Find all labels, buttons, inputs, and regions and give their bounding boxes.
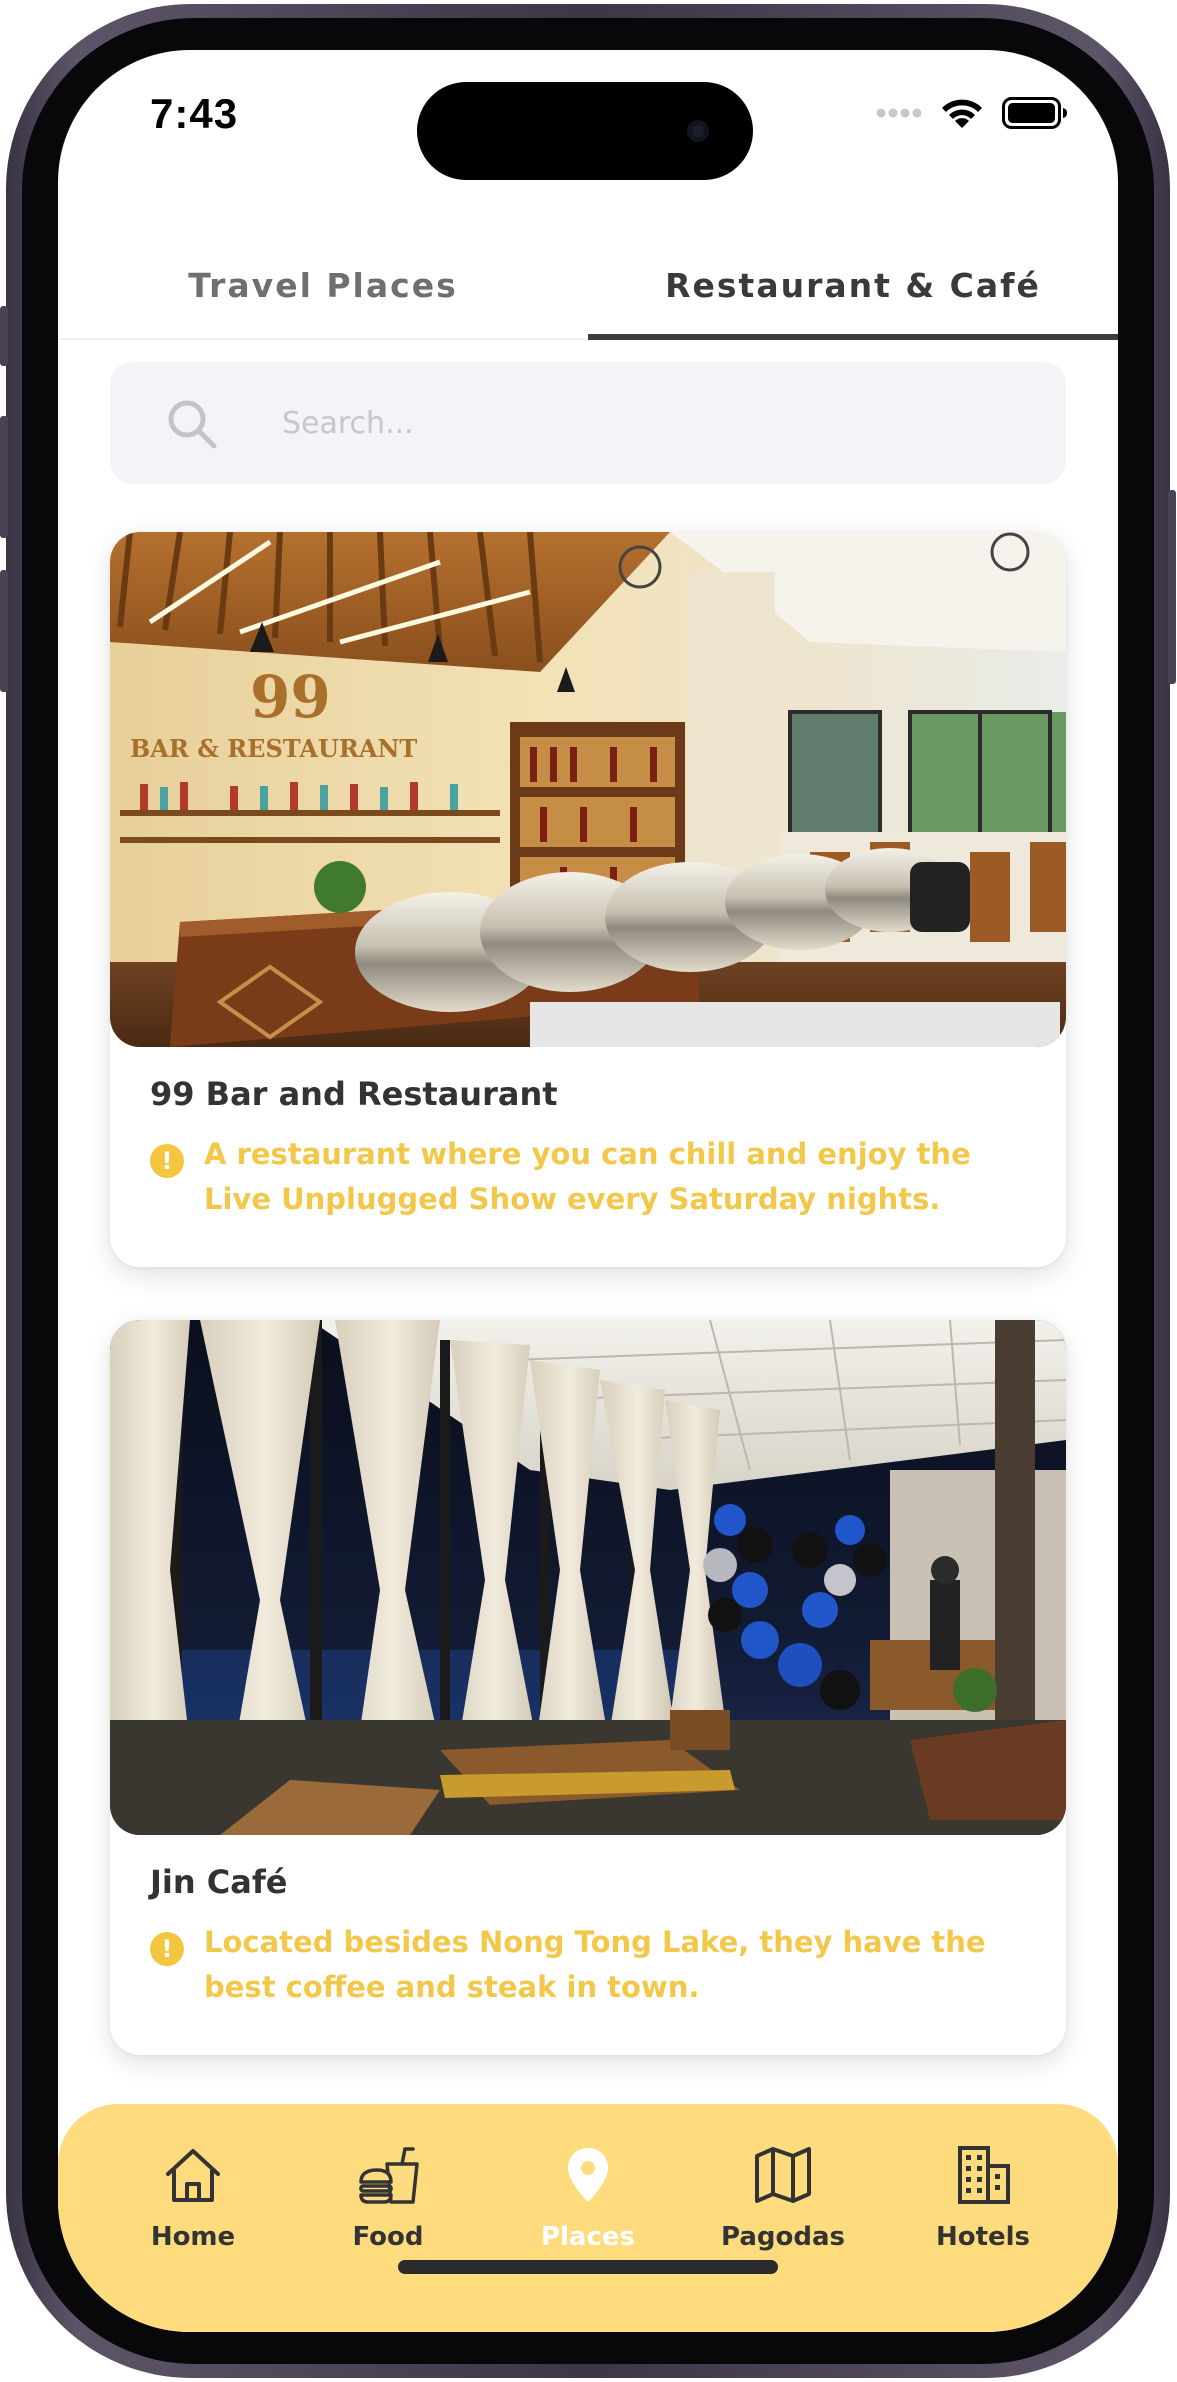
phone-volume-up-button: [0, 416, 8, 538]
card-title: Jin Café: [150, 1863, 288, 1901]
dynamic-island: [417, 82, 753, 180]
nav-label: Food: [352, 2222, 424, 2252]
nav-label: Places: [540, 2222, 636, 2252]
tab-restaurant-cafe[interactable]: Restaurant & Café: [588, 230, 1118, 340]
nav-label: Hotels: [935, 2222, 1031, 2252]
nav-item-food[interactable]: Food: [318, 2144, 458, 2252]
card-description: Located besides Nong Tong Lake, they hav…: [204, 1925, 986, 2004]
nav-item-home[interactable]: Home: [123, 2144, 263, 2252]
camera-icon: [687, 120, 709, 142]
cellular-signal-icon: [876, 108, 922, 118]
bottom-navigation: Home Food Places Pagodas Hotels: [58, 2104, 1118, 2332]
nav-item-places[interactable]: Places: [518, 2144, 658, 2252]
map-icon: [755, 2147, 811, 2203]
map-pin-icon: [568, 2148, 608, 2202]
cafe-photo: [110, 1320, 1066, 1835]
restaurant-sign-number: 99: [250, 663, 331, 731]
phone-action-button: [0, 306, 8, 366]
nav-label: Pagodas: [720, 2222, 845, 2252]
app-screen: 7:43 Travel Places Restaurant & Café Sea…: [58, 50, 1118, 2332]
home-indicator[interactable]: [398, 2260, 778, 2274]
restaurant-photo: 99 BAR & RESTAURANT: [110, 532, 1066, 1047]
building-icon: [958, 2146, 1010, 2204]
info-icon: !: [150, 1932, 184, 1966]
battery-icon: [1002, 97, 1067, 129]
nav-item-hotels[interactable]: Hotels: [913, 2144, 1053, 2252]
active-tab-indicator: [588, 334, 1118, 340]
status-time: 7:43: [150, 90, 239, 137]
restaurant-sign-text: BAR & RESTAURANT: [130, 734, 417, 763]
phone-power-button: [1168, 490, 1176, 684]
info-icon: !: [150, 1144, 184, 1178]
card-description: A restaurant where you can chill and enj…: [204, 1137, 971, 1216]
wifi-icon: [942, 99, 982, 128]
search-icon: [168, 400, 217, 449]
tab-travel-places[interactable]: Travel Places: [58, 230, 588, 340]
nav-label: Home: [150, 2222, 236, 2252]
search-input[interactable]: [280, 392, 1000, 454]
home-icon: [166, 2149, 220, 2202]
category-tabs: Travel Places Restaurant & Café: [58, 230, 1118, 340]
nav-item-pagodas[interactable]: Pagodas: [713, 2144, 853, 2252]
food-icon: [359, 2147, 419, 2204]
restaurant-card[interactable]: 99 BAR & RESTAURANT 99 Bar and Restauran…: [110, 532, 1066, 1267]
phone-volume-down-button: [0, 570, 8, 692]
search-bar[interactable]: [110, 362, 1066, 484]
cafe-card[interactable]: Jin Café ! Located besides Nong Tong Lak…: [110, 1320, 1066, 2055]
card-title: 99 Bar and Restaurant: [150, 1075, 558, 1113]
status-icons: [876, 96, 1068, 130]
